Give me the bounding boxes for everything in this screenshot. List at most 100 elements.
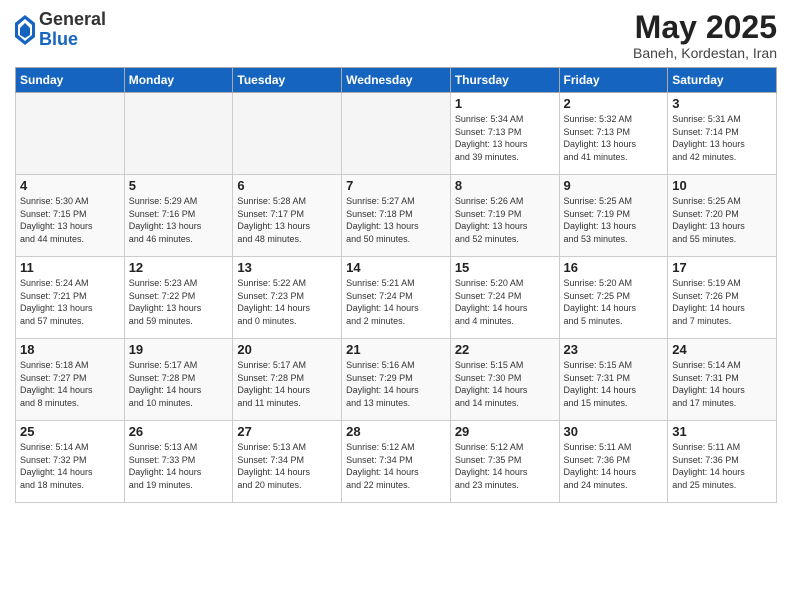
- day-number: 3: [672, 96, 772, 111]
- day-info: Sunrise: 5:15 AM Sunset: 7:31 PM Dayligh…: [564, 359, 664, 409]
- day-number: 19: [129, 342, 229, 357]
- day-number: 6: [237, 178, 337, 193]
- day-number: 30: [564, 424, 664, 439]
- col-sunday: Sunday: [16, 68, 125, 93]
- day-number: 12: [129, 260, 229, 275]
- logo: General Blue: [15, 10, 106, 50]
- table-row: [233, 93, 342, 175]
- col-tuesday: Tuesday: [233, 68, 342, 93]
- table-row: 25 Sunrise: 5:14 AM Sunset: 7:32 PM Dayli…: [16, 421, 125, 503]
- day-info: Sunrise: 5:17 AM Sunset: 7:28 PM Dayligh…: [129, 359, 229, 409]
- table-row: 24 Sunrise: 5:14 AM Sunset: 7:31 PM Dayli…: [668, 339, 777, 421]
- day-number: 13: [237, 260, 337, 275]
- day-info: Sunrise: 5:32 AM Sunset: 7:13 PM Dayligh…: [564, 113, 664, 163]
- day-info: Sunrise: 5:12 AM Sunset: 7:34 PM Dayligh…: [346, 441, 446, 491]
- table-row: 22 Sunrise: 5:15 AM Sunset: 7:30 PM Dayli…: [450, 339, 559, 421]
- calendar-week-row: 18 Sunrise: 5:18 AM Sunset: 7:27 PM Dayli…: [16, 339, 777, 421]
- col-wednesday: Wednesday: [342, 68, 451, 93]
- calendar-week-row: 1 Sunrise: 5:34 AM Sunset: 7:13 PM Daylig…: [16, 93, 777, 175]
- table-row: [16, 93, 125, 175]
- calendar-table: Sunday Monday Tuesday Wednesday Thursday…: [15, 67, 777, 503]
- table-row: [124, 93, 233, 175]
- table-row: 10Sunrise: 5:25 AM Sunset: 7:20 PM Dayli…: [668, 175, 777, 257]
- table-row: 20 Sunrise: 5:17 AM Sunset: 7:28 PM Dayli…: [233, 339, 342, 421]
- table-row: 5 Sunrise: 5:29 AM Sunset: 7:16 PM Daylig…: [124, 175, 233, 257]
- table-row: 14Sunrise: 5:21 AM Sunset: 7:24 PM Dayli…: [342, 257, 451, 339]
- day-info: Sunrise: 5:19 AM Sunset: 7:26 PM Dayligh…: [672, 277, 772, 327]
- table-row: 31 Sunrise: 5:11 AM Sunset: 7:36 PM Dayli…: [668, 421, 777, 503]
- table-row: 1 Sunrise: 5:34 AM Sunset: 7:13 PM Daylig…: [450, 93, 559, 175]
- table-row: 30 Sunrise: 5:11 AM Sunset: 7:36 PM Dayli…: [559, 421, 668, 503]
- day-number: 22: [455, 342, 555, 357]
- table-row: 17 Sunrise: 5:19 AM Sunset: 7:26 PM Dayli…: [668, 257, 777, 339]
- logo-blue: Blue: [39, 30, 106, 50]
- table-row: 8 Sunrise: 5:26 AM Sunset: 7:19 PM Daylig…: [450, 175, 559, 257]
- day-number: 10: [672, 178, 772, 193]
- day-info: Sunrise: 5:20 AM Sunset: 7:24 PM Dayligh…: [455, 277, 555, 327]
- day-info: Sunrise: 5:11 AM Sunset: 7:36 PM Dayligh…: [672, 441, 772, 491]
- calendar-week-row: 25 Sunrise: 5:14 AM Sunset: 7:32 PM Dayli…: [16, 421, 777, 503]
- calendar-week-row: 11Sunrise: 5:24 AM Sunset: 7:21 PM Dayli…: [16, 257, 777, 339]
- day-number: 2: [564, 96, 664, 111]
- day-info: Sunrise: 5:24 AM Sunset: 7:21 PM Dayligh…: [20, 277, 120, 327]
- table-row: [342, 93, 451, 175]
- day-info: Sunrise: 5:18 AM Sunset: 7:27 PM Dayligh…: [20, 359, 120, 409]
- location-subtitle: Baneh, Kordestan, Iran: [633, 45, 777, 61]
- day-info: Sunrise: 5:25 AM Sunset: 7:19 PM Dayligh…: [564, 195, 664, 245]
- day-info: Sunrise: 5:20 AM Sunset: 7:25 PM Dayligh…: [564, 277, 664, 327]
- day-number: 23: [564, 342, 664, 357]
- table-row: 18 Sunrise: 5:18 AM Sunset: 7:27 PM Dayli…: [16, 339, 125, 421]
- calendar-header-row: Sunday Monday Tuesday Wednesday Thursday…: [16, 68, 777, 93]
- col-friday: Friday: [559, 68, 668, 93]
- day-info: Sunrise: 5:22 AM Sunset: 7:23 PM Dayligh…: [237, 277, 337, 327]
- day-info: Sunrise: 5:13 AM Sunset: 7:33 PM Dayligh…: [129, 441, 229, 491]
- day-info: Sunrise: 5:11 AM Sunset: 7:36 PM Dayligh…: [564, 441, 664, 491]
- day-number: 5: [129, 178, 229, 193]
- table-row: 29 Sunrise: 5:12 AM Sunset: 7:35 PM Dayli…: [450, 421, 559, 503]
- day-info: Sunrise: 5:29 AM Sunset: 7:16 PM Dayligh…: [129, 195, 229, 245]
- day-number: 14: [346, 260, 446, 275]
- page: General Blue May 2025 Baneh, Kordestan, …: [0, 0, 792, 612]
- day-number: 4: [20, 178, 120, 193]
- day-number: 15: [455, 260, 555, 275]
- day-number: 18: [20, 342, 120, 357]
- month-title: May 2025: [633, 10, 777, 45]
- table-row: 23 Sunrise: 5:15 AM Sunset: 7:31 PM Dayli…: [559, 339, 668, 421]
- col-monday: Monday: [124, 68, 233, 93]
- logo-general: General: [39, 10, 106, 30]
- day-info: Sunrise: 5:27 AM Sunset: 7:18 PM Dayligh…: [346, 195, 446, 245]
- table-row: 9Sunrise: 5:25 AM Sunset: 7:19 PM Daylig…: [559, 175, 668, 257]
- day-number: 20: [237, 342, 337, 357]
- day-info: Sunrise: 5:12 AM Sunset: 7:35 PM Dayligh…: [455, 441, 555, 491]
- day-number: 31: [672, 424, 772, 439]
- day-info: Sunrise: 5:34 AM Sunset: 7:13 PM Dayligh…: [455, 113, 555, 163]
- day-number: 27: [237, 424, 337, 439]
- day-info: Sunrise: 5:14 AM Sunset: 7:32 PM Dayligh…: [20, 441, 120, 491]
- table-row: 2 Sunrise: 5:32 AM Sunset: 7:13 PM Daylig…: [559, 93, 668, 175]
- table-row: 6 Sunrise: 5:28 AM Sunset: 7:17 PM Daylig…: [233, 175, 342, 257]
- table-row: 15 Sunrise: 5:20 AM Sunset: 7:24 PM Dayli…: [450, 257, 559, 339]
- day-number: 8: [455, 178, 555, 193]
- day-info: Sunrise: 5:31 AM Sunset: 7:14 PM Dayligh…: [672, 113, 772, 163]
- day-number: 17: [672, 260, 772, 275]
- table-row: 13 Sunrise: 5:22 AM Sunset: 7:23 PM Dayli…: [233, 257, 342, 339]
- day-info: Sunrise: 5:14 AM Sunset: 7:31 PM Dayligh…: [672, 359, 772, 409]
- table-row: 27 Sunrise: 5:13 AM Sunset: 7:34 PM Dayli…: [233, 421, 342, 503]
- day-info: Sunrise: 5:30 AM Sunset: 7:15 PM Dayligh…: [20, 195, 120, 245]
- day-number: 29: [455, 424, 555, 439]
- day-info: Sunrise: 5:16 AM Sunset: 7:29 PM Dayligh…: [346, 359, 446, 409]
- table-row: 16Sunrise: 5:20 AM Sunset: 7:25 PM Dayli…: [559, 257, 668, 339]
- day-number: 1: [455, 96, 555, 111]
- day-info: Sunrise: 5:23 AM Sunset: 7:22 PM Dayligh…: [129, 277, 229, 327]
- day-number: 24: [672, 342, 772, 357]
- day-info: Sunrise: 5:15 AM Sunset: 7:30 PM Dayligh…: [455, 359, 555, 409]
- day-info: Sunrise: 5:13 AM Sunset: 7:34 PM Dayligh…: [237, 441, 337, 491]
- day-info: Sunrise: 5:26 AM Sunset: 7:19 PM Dayligh…: [455, 195, 555, 245]
- day-number: 25: [20, 424, 120, 439]
- day-number: 7: [346, 178, 446, 193]
- day-info: Sunrise: 5:28 AM Sunset: 7:17 PM Dayligh…: [237, 195, 337, 245]
- table-row: 11Sunrise: 5:24 AM Sunset: 7:21 PM Dayli…: [16, 257, 125, 339]
- day-info: Sunrise: 5:17 AM Sunset: 7:28 PM Dayligh…: [237, 359, 337, 409]
- table-row: 26Sunrise: 5:13 AM Sunset: 7:33 PM Dayli…: [124, 421, 233, 503]
- title-block: May 2025 Baneh, Kordestan, Iran: [633, 10, 777, 61]
